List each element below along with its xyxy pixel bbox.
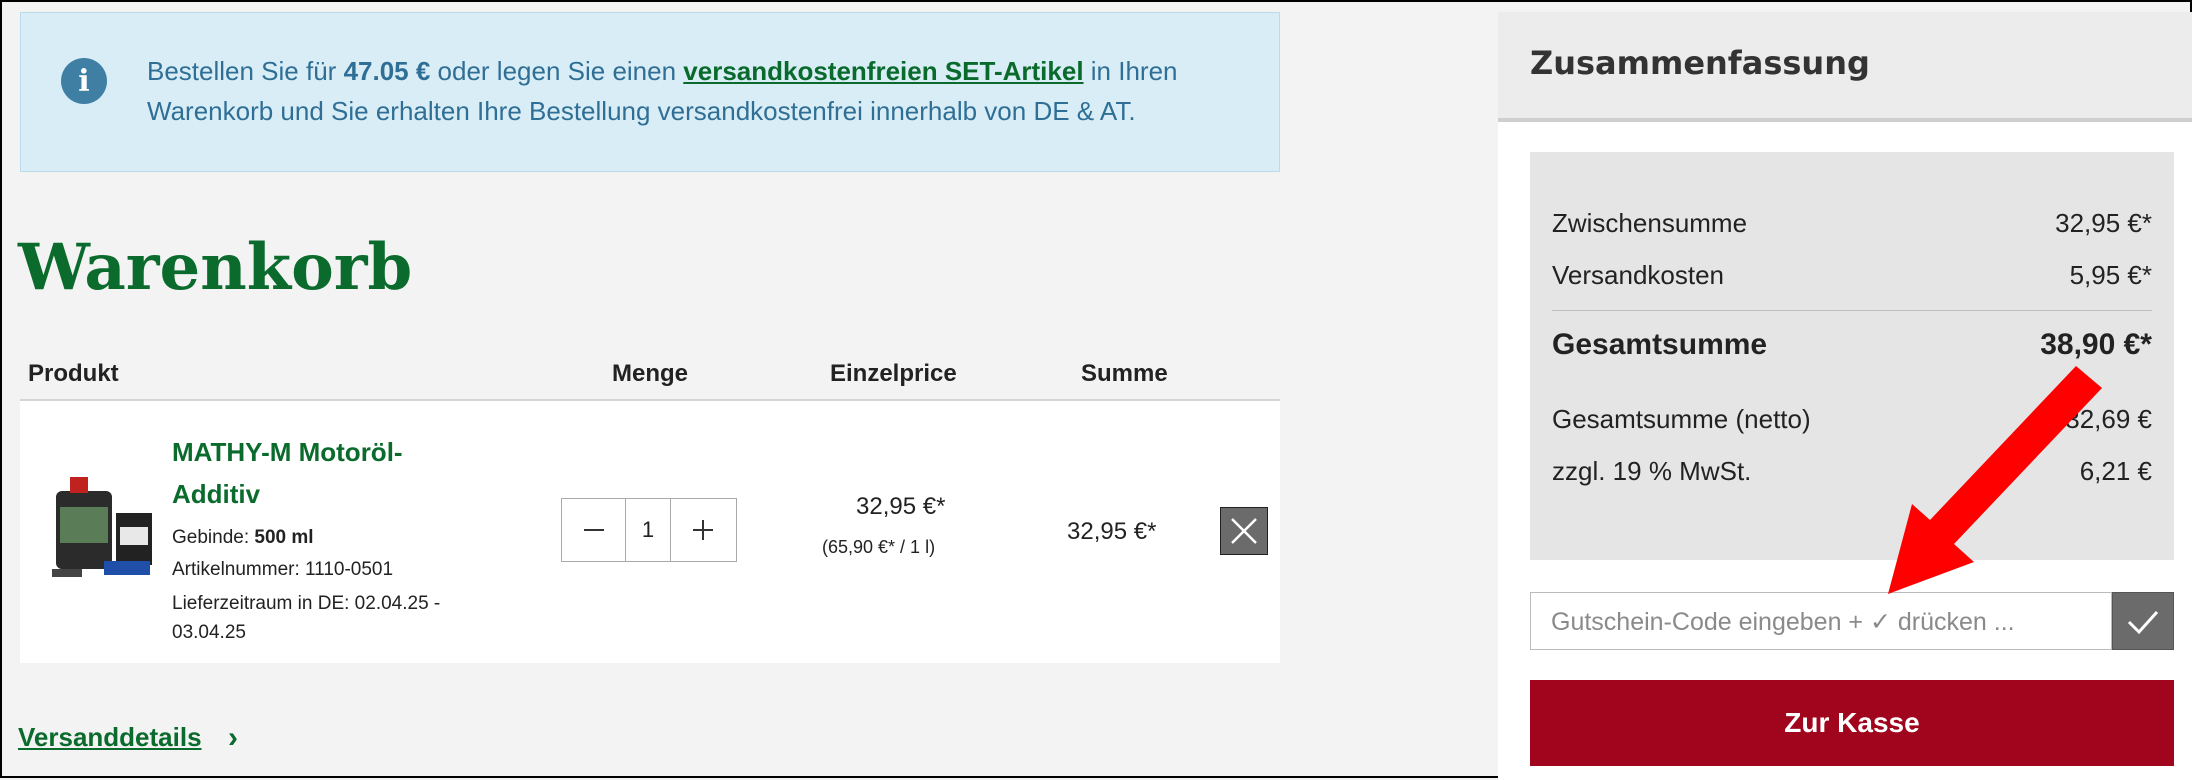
net-label: Gesamtsumme (netto) [1552,404,1811,434]
banner-text-prefix: Bestellen Sie für [147,56,344,86]
quantity-stepper: 1 [561,498,737,562]
product-delivery-time: Lieferzeitraum in DE: 02.04.25 - 03.04.2… [172,593,441,643]
page-title: Warenkorb [18,230,413,305]
summary-box: Zwischensumme 32,95 €* Versandkosten 5,95 … [1530,152,2174,560]
total-label: Gesamtsumme [1552,328,1768,361]
quantity-input[interactable]: 1 [625,499,671,561]
summary-panel: Zusammenfassung Zwischensumme 32,95 €* Ve… [1498,12,2192,780]
net-value: 32,69 € [2065,404,2152,434]
base-price: (65,90 €* / 1 l) [822,537,936,557]
close-icon [1231,518,1257,544]
shipping-info-banner: i Bestellen Sie für 47.05 € oder legen S… [20,12,1280,172]
summary-header: Zusammenfassung [1498,12,2192,122]
quantity-increase-button[interactable] [671,499,734,561]
banner-text: Bestellen Sie für 47.05 € oder legen Sie… [147,51,1247,131]
set-article-link[interactable]: versandkostenfreien SET-Artikel [683,56,1083,86]
header-unit-price: Einzelprice [830,360,957,387]
subtotal-label: Zwischensumme [1552,208,1748,238]
coupon-field [1530,592,2113,651]
info-icon: i [61,58,107,104]
quantity-decrease-button[interactable] [562,499,625,561]
checkmark-icon [2127,610,2159,635]
package-label: Gebinde: [172,527,250,548]
divider [1552,310,2152,311]
unit-price: 32,95 €* [856,493,946,520]
banner-text-middle: oder legen Sie einen [430,56,684,86]
vat-value: 6,21 € [2079,456,2152,486]
checkout-button[interactable]: Zur Kasse [1530,680,2174,766]
product-name-link[interactable]: MATHY-M Motoröl-Additiv [172,431,462,515]
shipping-value: 5,95 €* [2069,260,2152,290]
coupon-input[interactable] [1531,593,2113,651]
product-package: Gebinde: 500 ml [172,527,314,549]
item-sum: 32,95 €* [1067,518,1157,545]
header-product: Produkt [28,360,119,387]
header-quantity: Menge [612,360,689,387]
shipping-details-link[interactable]: Versanddetails [18,722,202,753]
plus-icon [692,520,713,540]
cart-item-row: MATHY-M Motoröl-Additiv Gebinde: 500 ml … [20,399,1280,663]
vat-label: zzgl. 19 % MwSt. [1552,456,1752,486]
shipping-label: Versandkosten [1552,260,1725,290]
package-value: 500 ml [254,527,314,548]
header-sum: Summe [1081,360,1168,387]
product-image[interactable] [46,473,166,585]
product-article-number: Artikelnummer: 1110-0501 [172,559,394,580]
chevron-right-icon[interactable]: › [228,721,238,755]
total-value: 38,90 €* [2040,328,2152,361]
summary-title: Zusammenfassung [1530,44,1870,82]
remove-item-button[interactable] [1220,507,1268,555]
banner-amount: 47.05 € [343,56,431,86]
minus-icon [583,529,604,531]
subtotal-value: 32,95 €* [2055,208,2152,238]
coupon-submit-button[interactable] [2112,592,2174,650]
